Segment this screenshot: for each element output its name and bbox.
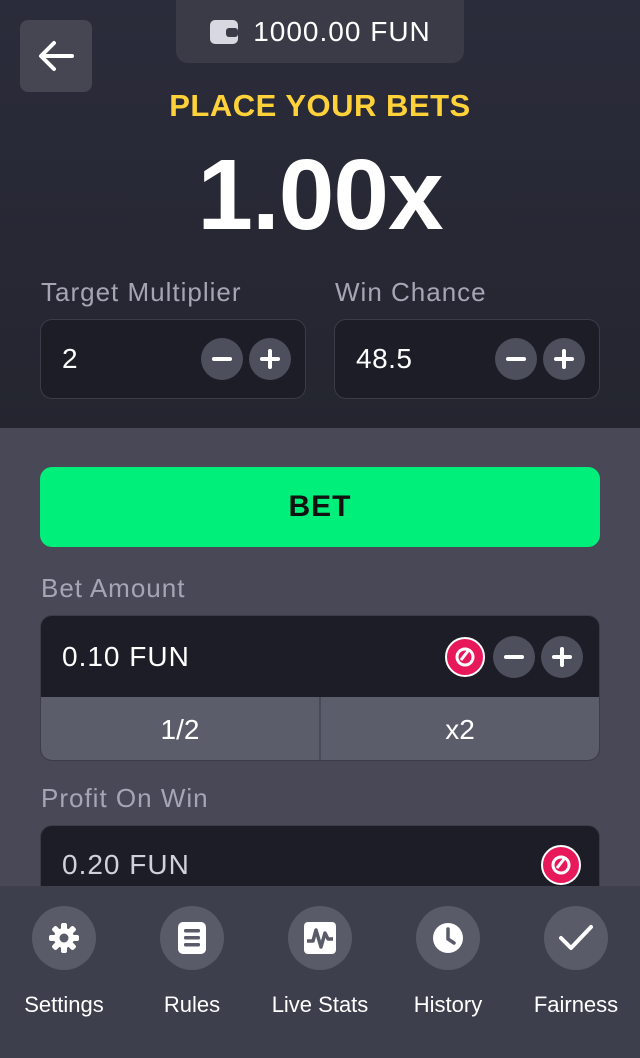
target-multiplier-decrease-button[interactable] <box>201 338 243 380</box>
target-multiplier-value[interactable]: 2 <box>62 343 201 375</box>
win-chance-label: Win Chance <box>335 277 487 307</box>
minus-icon <box>504 654 524 659</box>
gear-icon <box>32 906 96 970</box>
win-chance-decrease-button[interactable] <box>495 338 537 380</box>
bet-amount-decrease-button[interactable] <box>493 635 535 678</box>
profit-on-win-label: Profit On Win <box>41 783 209 813</box>
win-chance-value[interactable]: 48.5 <box>356 343 495 375</box>
target-multiplier-increase-button[interactable] <box>249 338 291 380</box>
nav-live-stats-label: Live Stats <box>271 992 369 1017</box>
nav-rules[interactable]: Rules <box>128 886 256 1058</box>
nav-fairness[interactable]: Fairness <box>512 886 640 1058</box>
arrow-left-icon <box>39 41 74 71</box>
bet-amount-value[interactable]: 0.10 FUN <box>62 641 445 673</box>
nav-history[interactable]: History <box>384 886 512 1058</box>
nav-history-label: History <box>413 992 483 1017</box>
target-multiplier-field[interactable]: 2 <box>40 319 306 399</box>
plus-icon <box>554 349 574 369</box>
half-bet-button[interactable]: 1/2 <box>41 697 321 760</box>
current-multiplier: 1.00x <box>197 139 443 251</box>
minus-icon <box>506 357 526 361</box>
wallet-icon <box>209 18 239 46</box>
win-chance-increase-button[interactable] <box>543 338 585 380</box>
chart-icon <box>288 906 352 970</box>
nav-rules-label: Rules <box>163 992 221 1017</box>
nav-settings[interactable]: Settings <box>0 886 128 1058</box>
bet-amount-field: 0.10 FUN 1/2 x2 <box>40 615 600 761</box>
clock-icon <box>416 906 480 970</box>
bet-amount-increase-button[interactable] <box>541 635 583 678</box>
balance-amount: 1000.00 FUN <box>253 15 431 47</box>
nav-settings-label: Settings <box>24 992 104 1017</box>
place-bets-headline: PLACE YOUR BETS <box>169 88 471 123</box>
fun-coin-icon <box>541 845 581 885</box>
profit-on-win-value: 0.20 FUN <box>62 849 190 880</box>
bet-amount-label: Bet Amount <box>41 573 186 603</box>
fun-coin-icon <box>445 636 485 677</box>
back-button[interactable] <box>20 20 92 92</box>
bottom-navigation: Settings Rules Live Stats History Fairne… <box>0 886 640 1058</box>
target-multiplier-label: Target Multiplier <box>41 277 242 307</box>
plus-icon <box>260 349 280 369</box>
plus-icon <box>552 646 572 667</box>
minus-icon <box>212 357 232 361</box>
nav-fairness-label: Fairness <box>533 992 619 1017</box>
bet-button[interactable]: BET <box>40 467 600 547</box>
balance-display: 1000.00 FUN <box>176 0 464 63</box>
document-icon <box>160 906 224 970</box>
check-icon <box>544 906 608 970</box>
double-bet-button[interactable]: x2 <box>321 697 599 760</box>
nav-live-stats[interactable]: Live Stats <box>256 886 384 1058</box>
win-chance-field[interactable]: 48.5 <box>334 319 600 399</box>
